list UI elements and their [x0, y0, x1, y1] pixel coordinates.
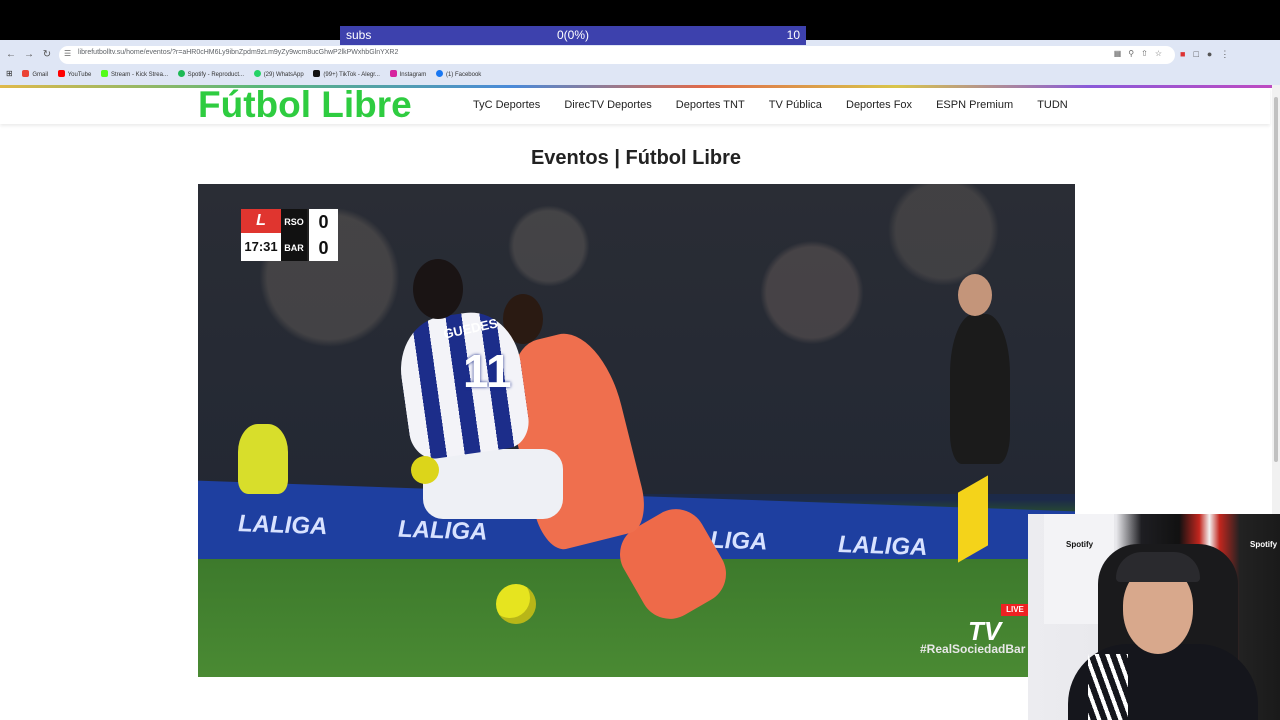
real-sociedad-player-shorts [423, 449, 563, 519]
bookmark-gmail[interactable]: Gmail [22, 68, 48, 82]
bookmark-instagram[interactable]: Instagram [389, 68, 426, 82]
kick-icon [100, 70, 108, 77]
page-title: Eventos | Fútbol Libre [530, 147, 742, 169]
site-logo[interactable]: Fútbol Libre [198, 84, 412, 126]
real-sociedad-player-head [413, 259, 463, 319]
bookmark-youtube[interactable]: YouTube [57, 68, 91, 82]
spotify-icon [177, 70, 185, 77]
nav-item-directv-deportes[interactable]: DirecTV Deportes [564, 99, 651, 111]
facebook-icon [435, 70, 443, 77]
nav-item-deportes-fox[interactable]: Deportes Fox [846, 99, 912, 111]
zoom-icon[interactable]: ⚲ [1128, 49, 1141, 58]
extension-icon[interactable]: ■ [1180, 49, 1193, 59]
steward [238, 424, 288, 494]
broadcast-hashtag: #RealSociedadBar [920, 642, 1026, 656]
video-player[interactable]: LALIGA LALIGA LALIGA LALIGA GUEDES 11 L … [198, 184, 1075, 677]
bookmark-star-icon[interactable]: ☆ [1155, 49, 1169, 58]
ball-blur [411, 456, 439, 484]
jersey-sponsor: Spotify [1250, 540, 1278, 549]
laliga-logo-icon: L [241, 209, 281, 233]
browser-chrome: ← → ↻ ☰ librefutbolltv.su/home/eventos/?… [0, 40, 1280, 85]
referee-head [958, 274, 992, 316]
subs-goal: 10 [786, 28, 800, 42]
away-score: 0 [307, 235, 338, 261]
nav-item-tudn[interactable]: TUDN [1037, 99, 1068, 111]
extensions-area: ■□●⋮ [1180, 49, 1237, 60]
reload-icon[interactable]: ↻ [40, 48, 54, 62]
streamer-cap [1116, 552, 1200, 582]
menu-icon[interactable]: ⋮ [1220, 49, 1237, 59]
tiktok-icon [313, 70, 321, 77]
apps-icon[interactable]: ⊞ [6, 67, 13, 81]
home-score: 0 [307, 209, 338, 235]
gmail-icon [22, 70, 30, 77]
nav-item-deportes-tnt[interactable]: Deportes TNT [676, 99, 745, 111]
ball [496, 584, 536, 624]
scorebug: L 17:31 RSO BAR 0 0 [241, 209, 338, 261]
url-text[interactable]: librefutbolltv.su/home/eventos/?r=aHR0cH… [78, 49, 398, 56]
streamer-webcam: Spotify Spotify [1028, 514, 1280, 720]
share-icon[interactable]: ⇧ [1141, 49, 1155, 58]
toolbar: ← → ↻ ☰ librefutbolltv.su/home/eventos/?… [0, 46, 1280, 64]
screen: subs 0(0%) 10 ← → ↻ ☰ librefutbolltv.su/… [0, 0, 1280, 720]
player-number: 11 [463, 345, 512, 397]
match-clock: 17:31 [241, 233, 281, 261]
youtube-icon [57, 70, 65, 77]
nav-item-tyc-deportes[interactable]: TyC Deportes [473, 99, 540, 111]
referee [950, 314, 1010, 464]
translate-icon[interactable]: ▦ [1114, 49, 1129, 58]
back-icon[interactable]: ← [4, 48, 18, 62]
nav-item-tv-publica[interactable]: TV Pública [769, 99, 822, 111]
address-bar[interactable]: ☰ librefutbolltv.su/home/eventos/?r=aHR0… [59, 46, 1175, 64]
shirt-stripes [1088, 654, 1128, 720]
address-bar-actions: ▦⚲⇧☆ [1114, 49, 1169, 58]
subs-counter-overlay: subs 0(0%) 10 [340, 26, 806, 45]
subs-value: 0(0%) [556, 28, 589, 42]
home-team: RSO [281, 209, 307, 235]
site-info-icon[interactable]: ☰ [64, 49, 71, 58]
bookmark-facebook[interactable]: (1) Facebook [435, 68, 481, 82]
bookmark-tiktok[interactable]: (99+) TikTok - Alegr... [313, 68, 380, 82]
whatsapp-icon [253, 70, 261, 77]
bookmark-spotify[interactable]: Spotify - Reproduct... [177, 68, 244, 82]
site-header: Fútbol Libre TyC Deportes DirecTV Deport… [0, 84, 1270, 125]
live-badge: LIVE [1001, 604, 1029, 616]
jersey-sponsor: Spotify [1066, 540, 1094, 549]
bookmarks-bar: ⊞ Gmail YouTube Stream - Kick Strea... S… [6, 67, 489, 81]
extensions-puzzle-icon[interactable]: □ [1193, 49, 1206, 59]
nav-item-espn-premium[interactable]: ESPN Premium [936, 99, 1013, 111]
profile-icon[interactable]: ● [1207, 49, 1220, 59]
instagram-icon [389, 70, 397, 77]
forward-icon[interactable]: → [22, 48, 36, 62]
main-nav: TyC Deportes DirecTV Deportes Deportes T… [473, 99, 1089, 111]
away-team: BAR [281, 235, 307, 261]
bookmark-kick[interactable]: Stream - Kick Strea... [100, 68, 168, 82]
bookmark-whatsapp[interactable]: (29) WhatsApp [253, 68, 304, 82]
scrollbar-thumb[interactable] [1274, 97, 1278, 462]
